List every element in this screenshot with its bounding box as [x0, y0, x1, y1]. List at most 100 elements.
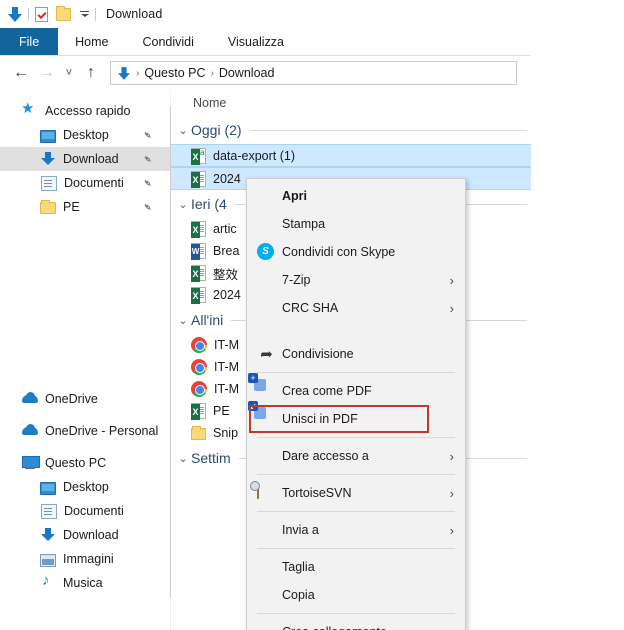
documents-icon [41, 175, 57, 191]
file-name: data-export (1) [213, 148, 295, 163]
divider [28, 7, 29, 21]
excel-icon [191, 170, 206, 188]
sidebar-label: Download [63, 152, 119, 166]
new-folder-icon[interactable] [56, 5, 71, 21]
customize-dropdown-icon[interactable] [80, 11, 89, 17]
menu-item-apri[interactable]: Apri [247, 182, 465, 210]
up-button[interactable]: ↑ [78, 60, 104, 86]
sidebar-item-pc-download[interactable]: Download [0, 523, 170, 547]
chevron-right-icon: › [449, 273, 454, 288]
menu-label: Crea come PDF [282, 384, 372, 398]
chrome-icon [191, 381, 207, 397]
menu-item-7zip[interactable]: 7-Zip › [247, 266, 465, 294]
desktop-icon [40, 481, 56, 495]
chevron-down-icon[interactable]: ⌄ [175, 314, 191, 327]
group-label: All'ini [191, 312, 224, 328]
tab-file[interactable]: File [0, 28, 59, 55]
group-label: Settim [191, 450, 231, 466]
column-header-nome[interactable]: Nome [171, 90, 531, 116]
menu-item-stampa[interactable]: Stampa [247, 210, 465, 238]
divider [95, 7, 96, 21]
menu-item-crea-collegamento[interactable]: Crea collegamento [247, 618, 465, 630]
chevron-down-icon[interactable]: ⌄ [175, 198, 191, 211]
sidebar-item-pc-documenti[interactable]: Documenti [0, 499, 170, 523]
menu-item-crea-come-pdf[interactable]: + Crea come PDF [247, 372, 465, 405]
menu-label: Copia [282, 588, 315, 602]
menu-item-taglia[interactable]: Taglia [247, 553, 465, 581]
download-icon [40, 527, 56, 543]
sidebar-item-download[interactable]: Download ✒ [0, 147, 170, 171]
sidebar-label: Desktop [63, 480, 109, 494]
menu-label: Invia a [282, 523, 319, 537]
window-title: Download [106, 7, 163, 21]
star-icon [21, 99, 38, 119]
group-header-oggi[interactable]: ⌄ Oggi (2) [171, 116, 531, 144]
group-label: Oggi (2) [191, 122, 242, 138]
sidebar-section-questo-pc[interactable]: Questo PC [0, 451, 170, 475]
excel-icon [191, 147, 206, 165]
word-icon [191, 243, 206, 260]
sidebar-item-pc-musica[interactable]: Musica [0, 571, 170, 595]
explorer-frame: Download File Home Condividi Visualizza … [0, 0, 531, 630]
menu-separator [257, 548, 455, 549]
forward-button[interactable]: → [34, 60, 60, 86]
navigation-pane: Accesso rapido Desktop ✒ Download ✒ Docu… [0, 90, 182, 630]
sidebar-label: Musica [63, 576, 103, 590]
menu-separator [257, 437, 455, 438]
sidebar-label: Desktop [63, 128, 109, 142]
file-name: IT-M [214, 360, 239, 374]
sidebar-label: Documenti [64, 504, 124, 518]
pc-icon [22, 455, 40, 471]
back-button[interactable]: ← [8, 60, 34, 86]
breadcrumb-separator: › [136, 67, 140, 79]
excel-icon [191, 403, 206, 420]
menu-label: Crea collegamento [282, 625, 465, 630]
chevron-right-icon: › [449, 523, 454, 538]
navigation-bar: ← → ˅ ↑ › Questo PC › Download [0, 56, 531, 90]
file-name: 2024 [213, 171, 241, 186]
breadcrumb-questo-pc[interactable]: Questo PC [144, 66, 205, 80]
sidebar-item-pc-desktop[interactable]: Desktop [0, 475, 170, 499]
chevron-down-icon[interactable]: ⌄ [175, 124, 191, 137]
menu-item-condividi-con-skype[interactable]: S Condividi con Skype [247, 238, 465, 266]
excel-icon [191, 287, 206, 304]
menu-item-dare-accesso-a[interactable]: Dare accesso a › [247, 442, 465, 470]
sidebar-item-documenti[interactable]: Documenti ✒ [0, 171, 170, 195]
menu-item-invia-a[interactable]: Invia a › [247, 516, 465, 544]
sidebar-item-pc-immagini[interactable]: Immagini [0, 547, 170, 571]
sidebar-item-desktop[interactable]: Desktop ✒ [0, 123, 170, 147]
menu-item-unisci-in-pdf[interactable]: ↙ Unisci in PDF [247, 400, 465, 433]
sidebar-item-pe[interactable]: PE ✒ [0, 195, 170, 219]
sidebar-section-accesso-rapido[interactable]: Accesso rapido [0, 99, 170, 123]
chrome-icon [191, 359, 207, 375]
menu-item-copia[interactable]: Copia [247, 581, 465, 609]
sidebar-item-onedrive-personal[interactable]: OneDrive - Personal [0, 419, 170, 443]
sidebar-item-onedrive[interactable]: OneDrive [0, 387, 170, 411]
skype-icon: S [257, 242, 276, 262]
breadcrumb-download[interactable]: Download [219, 66, 275, 80]
file-name: IT-M [214, 338, 239, 352]
menu-label: 7-Zip [282, 273, 311, 287]
chevron-down-icon[interactable]: ⌄ [175, 452, 191, 465]
table-row[interactable]: data-export (1) [171, 144, 531, 167]
recent-locations-icon[interactable]: ˅ [60, 60, 78, 86]
sidebar-label: OneDrive - Personal [45, 424, 159, 438]
address-bar[interactable]: › Questo PC › Download [110, 61, 517, 85]
tab-visualizza[interactable]: Visualizza [211, 28, 301, 55]
sidebar-label: Documenti [64, 176, 124, 190]
menu-item-condivisione[interactable]: ➦ Condivisione [247, 340, 465, 368]
tab-condividi[interactable]: Condividi [126, 28, 211, 55]
file-name: artic [213, 222, 237, 236]
tab-home[interactable]: Home [58, 28, 125, 55]
sidebar-label: OneDrive [45, 392, 98, 406]
menu-label: Unisci in PDF [282, 412, 358, 426]
download-arrow-icon [8, 6, 22, 22]
file-name: PE [213, 404, 230, 418]
properties-icon[interactable] [35, 6, 48, 22]
menu-item-crc-sha[interactable]: CRC SHA › [247, 294, 465, 322]
menu-separator [257, 511, 455, 512]
menu-label: Dare accesso a [282, 449, 369, 463]
breadcrumb-separator: › [210, 67, 214, 79]
excel-icon [191, 221, 206, 238]
menu-item-tortoisesvn[interactable]: TortoiseSVN › [247, 479, 465, 507]
